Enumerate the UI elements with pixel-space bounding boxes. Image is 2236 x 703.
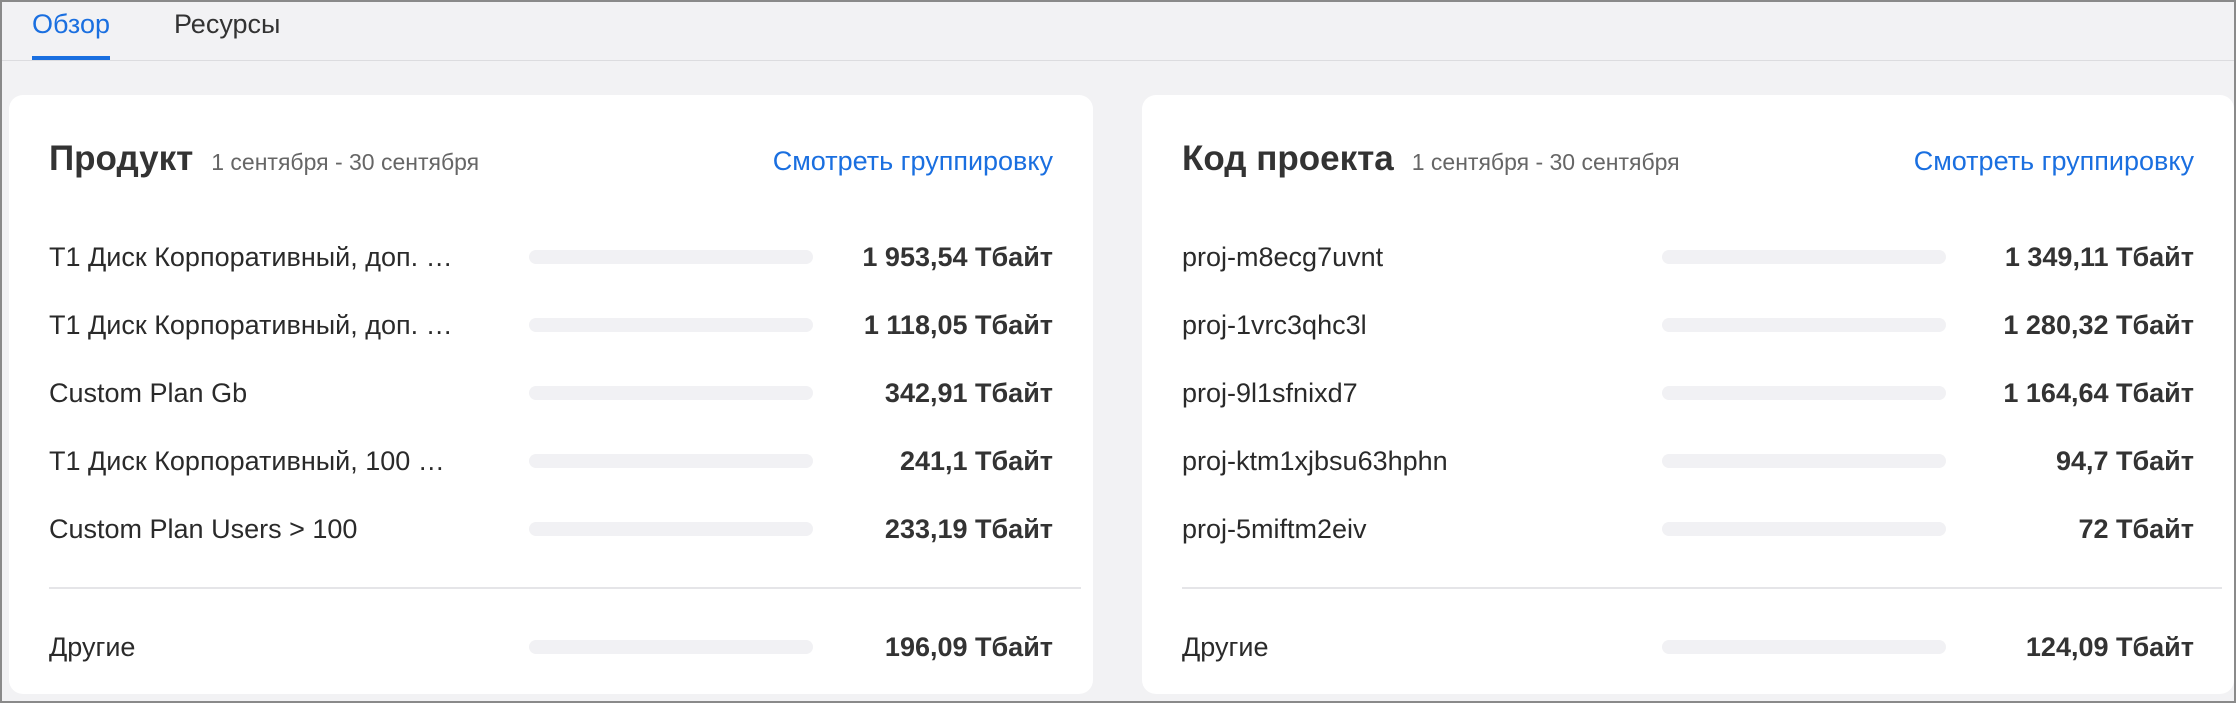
product-view-grouping-link[interactable]: Смотреть группировку [773, 146, 1053, 177]
tab-bar: Обзор Ресурсы [2, 2, 2234, 61]
row-value: 1 349,11 Тбайт [2004, 241, 2194, 272]
row-label: T1 Диск Корпоративный, доп. … [49, 309, 453, 340]
row-value: 94,7 Тбайт [2055, 445, 2194, 476]
tab-resources[interactable]: Ресурсы [174, 9, 280, 60]
row-value: 1 118,05 Тбайт [863, 309, 1054, 340]
list-item: proj-ktm1xjbsu63hphn 94,7 Тбайт [1182, 427, 2194, 495]
project-card-title: Код проекта [1182, 139, 1394, 178]
row-bar [529, 386, 813, 400]
list-item: Custom Plan Gb 342,91 Тбайт [49, 359, 1053, 427]
row-bar [1662, 250, 1947, 264]
row-bar [1662, 318, 1947, 332]
row-label: T1 Диск Корпоративный, 100 … [49, 445, 445, 476]
product-card-period: 1 сентября - 30 сентября [211, 149, 480, 175]
product-rows: T1 Диск Корпоративный, доп. … 1 953,54 Т… [49, 223, 1082, 681]
project-card-header: Код проекта 1 сентября - 30 сентября Смо… [1182, 95, 2194, 195]
row-bar [1662, 640, 1947, 654]
cards-container: Продукт 1 сентября - 30 сентября Смотрет… [2, 61, 2234, 694]
row-value: 1 164,64 Тбайт [2003, 377, 2194, 408]
tab-overview[interactable]: Обзор [32, 9, 110, 60]
list-item: proj-m8ecg7uvnt 1 349,11 Тбайт [1182, 223, 2194, 291]
list-item: proj-5miftm2eiv 72 Тбайт [1182, 495, 2194, 563]
product-card-title: Продукт [49, 139, 194, 178]
row-label: proj-5miftm2eiv [1182, 513, 1367, 544]
row-bar [529, 250, 813, 264]
row-value: 233,19 Тбайт [884, 513, 1054, 544]
project-card: Код проекта 1 сентября - 30 сентября Смо… [1142, 95, 2234, 694]
row-label: proj-ktm1xjbsu63hphn [1182, 445, 1448, 476]
row-bar [529, 522, 813, 536]
list-item: T1 Диск Корпоративный, 100 … 241,1 Тбайт [49, 427, 1053, 495]
project-rows: proj-m8ecg7uvnt 1 349,11 Тбайт proj-1vrc… [1182, 223, 2222, 681]
row-label: Custom Plan Users > 100 [49, 513, 358, 544]
row-value: 72 Тбайт [2078, 513, 2194, 544]
divider [49, 587, 1082, 589]
row-label: Custom Plan Gb [49, 377, 248, 408]
list-item: proj-1vrc3qhc3l 1 280,32 Тбайт [1182, 291, 2194, 359]
list-item-other: Другие 196,09 Тбайт [49, 613, 1053, 681]
list-item: Custom Plan Users > 100 233,19 Тбайт [49, 495, 1053, 563]
row-value: 241,1 Тбайт [899, 445, 1054, 476]
row-label: T1 Диск Корпоративный, доп. … [49, 241, 453, 272]
project-view-grouping-link[interactable]: Смотреть группировку [1914, 146, 2194, 177]
row-label: Другие [1182, 631, 1269, 662]
list-item-other: Другие 124,09 Тбайт [1182, 613, 2194, 681]
row-value: 196,09 Тбайт [884, 631, 1054, 662]
row-bar [1662, 386, 1947, 400]
row-bar [529, 640, 813, 654]
row-value: 1 953,54 Тбайт [862, 241, 1054, 272]
list-item: T1 Диск Корпоративный, доп. … 1 118,05 Т… [49, 291, 1053, 359]
row-bar [1662, 454, 1947, 468]
row-bar [1662, 522, 1947, 536]
row-bar [529, 318, 813, 332]
row-label: Другие [49, 631, 136, 662]
row-bar [529, 454, 813, 468]
row-label: proj-m8ecg7uvnt [1182, 241, 1384, 272]
row-label: proj-1vrc3qhc3l [1182, 309, 1367, 340]
row-value: 1 280,32 Тбайт [2003, 309, 2194, 340]
product-card-header: Продукт 1 сентября - 30 сентября Смотрет… [49, 95, 1053, 195]
list-item: T1 Диск Корпоративный, доп. … 1 953,54 Т… [49, 223, 1053, 291]
divider [1182, 587, 2222, 589]
list-item: proj-9l1sfnixd7 1 164,64 Тбайт [1182, 359, 2194, 427]
project-card-period: 1 сентября - 30 сентября [1411, 149, 1680, 175]
row-value: 124,09 Тбайт [2025, 631, 2194, 662]
row-value: 342,91 Тбайт [884, 377, 1054, 408]
product-card: Продукт 1 сентября - 30 сентября Смотрет… [9, 95, 1094, 694]
row-label: proj-9l1sfnixd7 [1182, 377, 1358, 408]
